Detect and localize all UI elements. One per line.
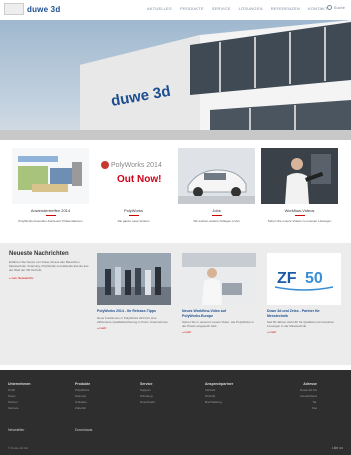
out-now-badge: Out Now! (117, 174, 161, 185)
logo[interactable]: duwe 3d (4, 3, 60, 15)
search[interactable]: Suche (326, 5, 345, 10)
footer-link[interactable]: Support (140, 388, 155, 392)
news-card-description: Seit 50 Jahren steht ZF für Qualität und… (267, 320, 334, 328)
logo-mark (4, 3, 24, 15)
footer-copyright: © Duwe-3d AG (8, 446, 29, 450)
footer-address-line: Duwe-3d AG (300, 388, 318, 392)
tile-description: Sehen Sie unsere Videos zu unseren Lösun… (267, 219, 332, 223)
footer-column-adresse: Adresse Duwe-3d AG Deutschland Tel. Fax (300, 382, 317, 410)
news-card-more-link[interactable]: » mehr (97, 326, 171, 330)
nav-item-loesungen[interactable]: Lösungen (239, 6, 263, 11)
news-card[interactable]: ZF 50 Duwe 3d und Zeiss - Partner für Me… (267, 253, 341, 334)
footer-column-heading: Unternehmen (8, 382, 31, 386)
nav-item-aktuelles[interactable]: Aktuelles (147, 6, 172, 11)
footer-link[interactable]: Buchhaltung (205, 400, 233, 404)
news-card-title[interactable]: Duwe 3d und Zeiss - Partner für Messtech… (267, 309, 341, 318)
nav-item-kontakt[interactable]: Kontakt (308, 6, 328, 11)
tile-divider (128, 215, 139, 216)
footer-column-heading: Produkte (75, 382, 91, 386)
search-icon[interactable] (326, 5, 332, 10)
nav-item-service[interactable]: Service (212, 6, 231, 11)
nav-item-produkte[interactable]: Produkte (180, 6, 204, 11)
footer-social-link[interactable]: Like us (332, 446, 343, 450)
footer-address-line: Deutschland (300, 394, 318, 398)
news-card-description: Neue Funktionen in PolyWorks 2014 für ei… (97, 315, 169, 324)
tile-anwendertreffen[interactable]: Anwendertreffen 2014 PolyWorks Anwender-… (12, 148, 89, 238)
news-card-image[interactable] (97, 253, 171, 305)
tile-divider (294, 215, 305, 216)
search-label: Suche (333, 5, 345, 10)
footer-link[interactable]: PolyWorks (75, 388, 90, 392)
news-card[interactable]: PolyWorks 2014 - Ihr Release-Tipps Neue … (97, 253, 171, 334)
footer-link[interactable]: Profil (8, 388, 31, 392)
news-section: Neueste Nachrichten Erfahren Sie Neues v… (0, 243, 351, 365)
polyworks-logo-text: PolyWorks 2014 (111, 162, 162, 169)
footer-column-heading: Service (140, 382, 153, 386)
hero-image: duwe 3d (0, 20, 351, 140)
tile-jobs[interactable]: Jobs Wir suchen weitere Kollegen (m/w) (178, 148, 255, 238)
footer-downloads-heading[interactable]: Downloads (75, 428, 92, 432)
news-intro-text: Erfahren Sie Neues von Duwe 3d aus den B… (9, 260, 89, 273)
tile-divider (45, 215, 56, 216)
footer-link[interactable]: Downloads (140, 400, 155, 404)
footer-link[interactable]: Team (8, 394, 31, 398)
news-card-description: Sehen Sie in unserem neuen Video, wie Po… (182, 320, 254, 328)
tile-title[interactable]: PolyWorks (124, 208, 143, 213)
news-card-more-link[interactable]: » mehr (182, 330, 256, 334)
news-card-image[interactable] (182, 253, 256, 305)
news-card[interactable]: Neues Workflow-Video auf PolyWorks.Europ… (182, 253, 256, 334)
news-cards: PolyWorks 2014 - Ihr Release-Tipps Neue … (97, 253, 341, 334)
news-intro: Neueste Nachrichten Erfahren Sie Neues v… (9, 251, 89, 280)
footer-link[interactable]: Zubehör (75, 406, 90, 410)
tile-description: Die ganze neue Version (117, 219, 150, 223)
site-footer: Unternehmen Profil Team Partner Karriere… (0, 370, 351, 455)
tile-image[interactable] (178, 148, 255, 204)
tile-divider (211, 215, 222, 216)
news-archive-link[interactable]: » zum Newsarchiv (9, 276, 89, 280)
logo-text: duwe 3d (27, 4, 61, 14)
footer-link[interactable]: Software (75, 400, 90, 404)
footer-link[interactable]: Technik (205, 394, 233, 398)
footer-address-line: Tel. (312, 400, 318, 404)
tile-title[interactable]: Jobs (212, 208, 220, 213)
site-header: duwe 3d Aktuelles Produkte Service Lösun… (0, 0, 351, 20)
footer-column-service: Service Support Schulung Downloads (140, 382, 155, 404)
tile-image[interactable] (261, 148, 338, 204)
news-card-title[interactable]: PolyWorks 2014 - Ihr Release-Tipps (97, 309, 171, 314)
footer-link[interactable]: Schulung (140, 394, 155, 398)
main-nav: Aktuelles Produkte Service Lösungen Refe… (147, 6, 328, 11)
footer-address-line: Fax (312, 406, 318, 410)
news-card-more-link[interactable]: » mehr (267, 330, 341, 334)
tile-title[interactable]: Anwendertreffen 2014 (31, 208, 70, 213)
footer-column-heading: Adresse (303, 382, 318, 386)
teaser-tiles: Anwendertreffen 2014 PolyWorks Anwender-… (12, 148, 339, 238)
news-card-image[interactable]: ZF 50 (267, 253, 341, 305)
tile-description: PolyWorks Anwender-Konferenz Präsentatio… (18, 219, 83, 223)
footer-link[interactable]: Karriere (8, 406, 31, 410)
footer-link[interactable]: Partner (8, 400, 31, 404)
nav-item-referenzen[interactable]: Referenzen (271, 6, 300, 11)
news-card-title[interactable]: Neues Workflow-Video auf PolyWorks.Europ… (182, 309, 256, 318)
footer-column-heading: Ansprechpartner (205, 382, 234, 386)
zf-anniversary-number: 50 (305, 270, 323, 287)
tile-polyworks[interactable]: PolyWorks 2014 Out Now! PolyWorks Die ga… (95, 148, 172, 238)
footer-column-produkte: Produkte PolyWorks Scanner Software Zube… (75, 382, 90, 410)
tile-workflow-videos[interactable]: Workflow-Videos Sehen Sie unsere Videos … (261, 148, 338, 238)
tile-title[interactable]: Workflow-Videos (285, 208, 315, 213)
footer-newsletter-heading[interactable]: Newsletter (8, 428, 25, 432)
zf-logo-text: ZF (277, 270, 297, 287)
tile-image[interactable]: PolyWorks 2014 Out Now! (95, 148, 172, 204)
news-heading: Neueste Nachrichten (9, 251, 69, 257)
footer-link[interactable]: Scanner (75, 394, 90, 398)
footer-column-unternehmen: Unternehmen Profil Team Partner Karriere (8, 382, 31, 410)
footer-link[interactable]: Vertrieb (205, 388, 233, 392)
footer-column-ansprechpartner: Ansprechpartner Vertrieb Technik Buchhal… (205, 382, 233, 404)
tile-description: Wir suchen weitere Kollegen (m/w) (193, 219, 240, 223)
tile-image[interactable] (12, 148, 89, 204)
hero-building: duwe 3d (0, 20, 351, 140)
